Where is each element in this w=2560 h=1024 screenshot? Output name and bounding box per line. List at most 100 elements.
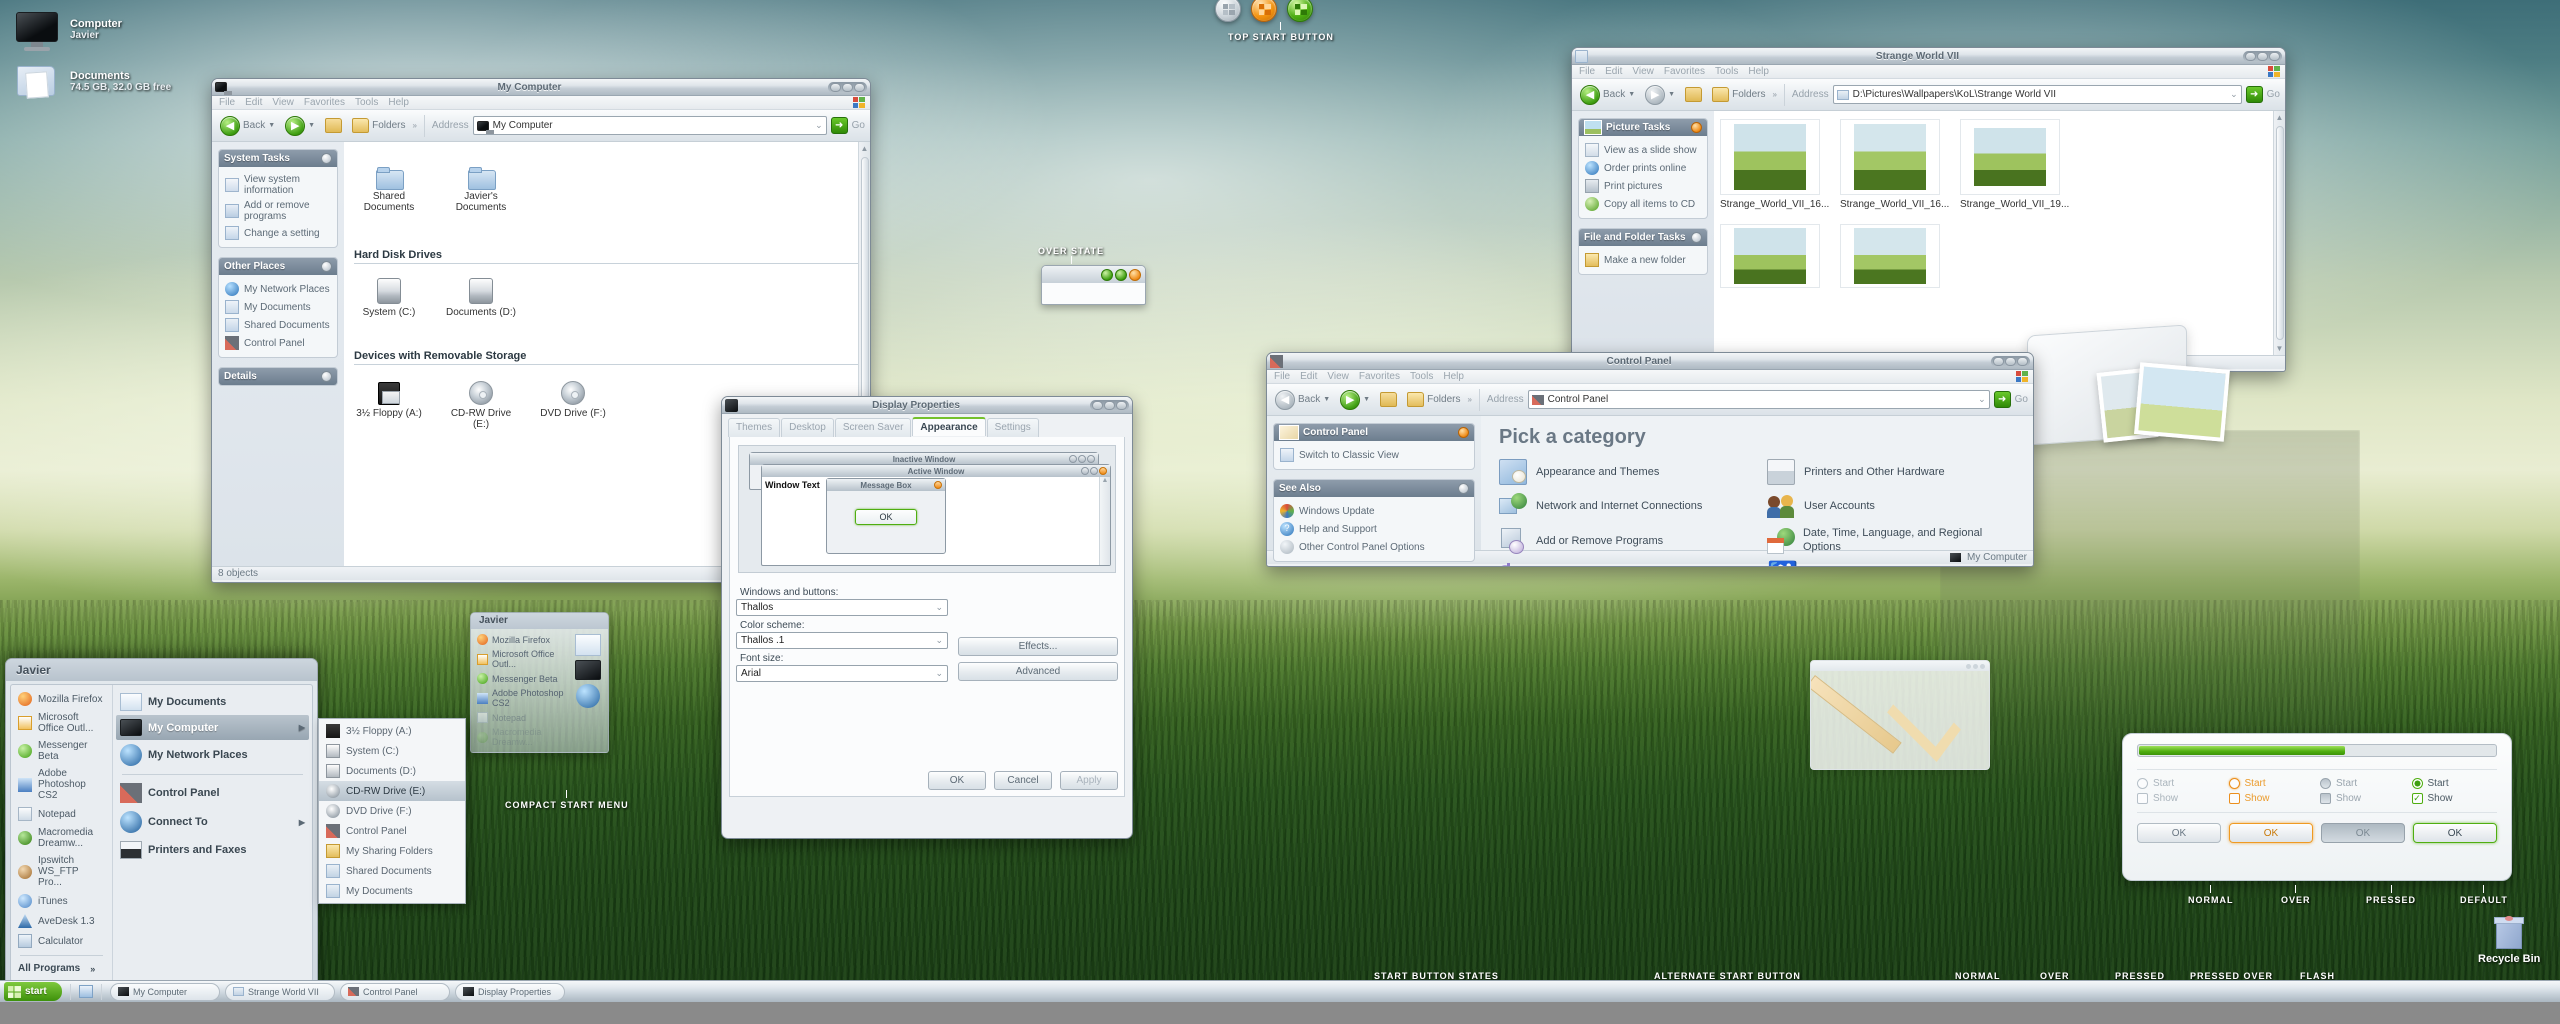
radio-normal[interactable]: Start <box>2137 778 2223 789</box>
dialog-footer-buttons[interactable]: OK Cancel Apply <box>736 771 1118 790</box>
start-orb-over-icon[interactable] <box>1251 0 1277 22</box>
control-panel-content[interactable]: Pick a category Appearance and Themes Pr… <box>1481 416 2033 566</box>
panel-header[interactable]: Control Panel <box>1274 424 1474 441</box>
link-view-system-information[interactable]: View system information <box>223 172 333 198</box>
checkbox-pressed[interactable]: Show <box>2320 793 2406 804</box>
start-item-macromedia-dreamweaver[interactable]: Macromedia Dreamw... <box>14 824 109 852</box>
window-controls[interactable] <box>1991 355 2030 367</box>
collapse-icon[interactable] <box>1691 122 1702 133</box>
window-control-panel[interactable]: Control Panel File Edit View Favorites T… <box>1266 352 2034 567</box>
start-item-printers-and-faxes[interactable]: Printers and Faxes <box>116 837 309 863</box>
item-shared-documents[interactable]: Shared Documents <box>354 154 424 213</box>
panel-control-panel[interactable]: Control Panel Switch to Classic View <box>1273 423 1475 470</box>
effects-button[interactable]: Effects... <box>958 637 1118 656</box>
strange-world-titlebar[interactable]: Strange World VII <box>1572 48 2285 65</box>
panel-header[interactable]: System Tasks <box>219 150 337 167</box>
menu-favorites[interactable]: Favorites <box>1359 371 1400 382</box>
link-copy-all-items-to-cd[interactable]: Copy all items to CD <box>1583 195 1703 213</box>
desktop-icon-computer[interactable]: Computer Javier <box>14 12 122 52</box>
display-properties-titlebar[interactable]: Display Properties <box>722 397 1132 414</box>
link-make-a-new-folder[interactable]: Make a new folder <box>1583 251 1703 269</box>
submenu-item-my-documents[interactable]: My Documents <box>319 881 465 901</box>
menu-view[interactable]: View <box>1632 66 1654 77</box>
maximize-button[interactable] <box>1104 400 1115 410</box>
menu-file[interactable]: File <box>219 97 235 108</box>
link-add-or-remove-programs[interactable]: Add or remove programs <box>223 198 333 224</box>
panel-header[interactable]: Other Places <box>219 258 337 275</box>
link-shared-documents[interactable]: Shared Documents <box>223 316 333 334</box>
strange-world-sidebar[interactable]: Picture Tasks View as a slide show Order… <box>1572 111 1714 355</box>
submenu-item-dvd-f[interactable]: DVD Drive (F:) <box>319 801 465 821</box>
close-button[interactable] <box>2269 51 2280 61</box>
up-button[interactable] <box>1682 87 1705 102</box>
tab-screen-saver[interactable]: Screen Saver <box>834 418 912 437</box>
menu-help[interactable]: Help <box>388 97 409 108</box>
collapse-icon[interactable] <box>1691 232 1702 243</box>
address-bar[interactable]: Address Control Panel ⌄ ➜ Go <box>1487 390 2028 409</box>
window-controls[interactable] <box>828 81 867 93</box>
control-panel-titlebar[interactable]: Control Panel <box>1267 353 2033 370</box>
my-computer-titlebar[interactable]: My Computer <box>212 79 870 96</box>
panel-picture-tasks[interactable]: Picture Tasks View as a slide show Order… <box>1578 118 1708 219</box>
start-item-my-documents[interactable]: My Documents <box>116 689 309 715</box>
chevron-down-icon[interactable]: ⌄ <box>935 602 943 613</box>
dialog-display-properties[interactable]: Display Properties Themes Desktop Screen… <box>721 396 1133 839</box>
display-properties-tabs[interactable]: Themes Desktop Screen Saver Appearance S… <box>722 414 1132 437</box>
chevron-down-icon[interactable]: ⌄ <box>2230 89 2238 100</box>
item-floppy-a[interactable]: 3½ Floppy (A:) <box>354 371 424 430</box>
thumbnail-item[interactable]: Strange_World_VII_16... <box>1840 119 1949 210</box>
submenu-item-documents-d[interactable]: Documents (D:) <box>319 761 465 781</box>
start-item-microsoft-office-outlook[interactable]: Microsoft Office Outl... <box>14 709 109 737</box>
category-sounds-speech-audio[interactable]: Sounds, Speech, and Audio Devices <box>1499 562 1747 566</box>
vertical-scrollbar[interactable]: ▲ ▼ <box>2273 111 2285 355</box>
thumbnail-item[interactable] <box>1840 224 1940 288</box>
start-item-ipswitch-ws-ftp-pro[interactable]: Ipswitch WS_FTP Pro... <box>14 852 109 891</box>
chevron-down-icon[interactable]: ⌄ <box>1978 394 1986 405</box>
panel-header[interactable]: Picture Tasks <box>1579 119 1707 136</box>
submenu-item-my-sharing-folders[interactable]: My Sharing Folders <box>319 841 465 861</box>
menu-favorites[interactable]: Favorites <box>1664 66 1705 77</box>
minimize-button[interactable] <box>2245 51 2256 61</box>
close-button[interactable] <box>2017 356 2028 366</box>
my-computer-toolbar[interactable]: ◀ Back ▼ ▶ ▼ Folders » Address My Comput… <box>212 110 870 142</box>
category-accessibility-options[interactable]: ♿ Accessibility Options <box>1767 562 2015 566</box>
start-item-my-computer[interactable]: My Computer ▶ <box>116 715 309 740</box>
desktop[interactable]: Computer Javier Documents 74.5 GB, 32.0 … <box>0 0 2560 1002</box>
select-windows-and-buttons[interactable]: Thallos ⌄ <box>736 599 948 616</box>
address-input[interactable]: D:\Pictures\Wallpapers\KoL\Strange World… <box>1832 85 2242 104</box>
select-color-scheme[interactable]: Thallos .1 ⌄ <box>736 632 948 649</box>
forward-button[interactable]: ▶ ▼ <box>1642 84 1678 105</box>
quicklaunch-icon[interactable] <box>79 985 93 998</box>
collapse-icon[interactable] <box>321 153 332 164</box>
submenu-item-control-panel[interactable]: Control Panel <box>319 821 465 841</box>
taskbar-button-control-panel[interactable]: Control Panel <box>340 982 450 1001</box>
toolbar-overflow-chevron-icon[interactable]: » <box>412 121 416 130</box>
scroll-up-icon[interactable]: ▲ <box>861 144 869 153</box>
folders-button[interactable]: Folders <box>1404 392 1463 407</box>
category-appearance-and-themes[interactable]: Appearance and Themes <box>1499 459 1747 485</box>
start-item-notepad[interactable]: Notepad <box>14 804 109 824</box>
all-programs-button[interactable]: All Programs» <box>14 960 109 977</box>
item-system-c[interactable]: System (C:) <box>354 270 424 318</box>
start-orb-pressed-icon[interactable] <box>1287 0 1313 22</box>
link-other-control-panel-options[interactable]: Other Control Panel Options <box>1278 538 1470 556</box>
start-item-control-panel[interactable]: Control Panel <box>116 779 309 807</box>
chevron-down-icon[interactable]: ⌄ <box>935 668 943 679</box>
link-change-a-setting[interactable]: Change a setting <box>223 224 333 242</box>
address-bar[interactable]: Address My Computer ⌄ ➜ Go <box>432 116 865 135</box>
thumbnail-item[interactable]: Strange_World_VII_16... <box>1720 119 1829 210</box>
start-item-adobe-photoshop-cs2[interactable]: Adobe Photoshop CS2 <box>14 765 109 804</box>
maximize-button[interactable] <box>2005 356 2016 366</box>
radio-over[interactable]: Start <box>2228 778 2315 789</box>
menu-help[interactable]: Help <box>1443 371 1464 382</box>
menu-edit[interactable]: Edit <box>1300 371 1317 382</box>
forward-button[interactable]: ▶ ▼ <box>1337 389 1373 410</box>
category-network-and-internet-connections[interactable]: Network and Internet Connections <box>1499 493 1747 519</box>
minimize-button[interactable] <box>1092 400 1103 410</box>
start-item-mozilla-firefox[interactable]: Mozilla Firefox <box>14 689 109 709</box>
chevron-down-icon[interactable]: ⌄ <box>935 635 943 646</box>
minimize-button[interactable] <box>1993 356 2004 366</box>
menu-edit[interactable]: Edit <box>245 97 262 108</box>
thumbnail-item[interactable] <box>1720 224 1820 288</box>
collapse-icon[interactable] <box>1458 483 1469 494</box>
